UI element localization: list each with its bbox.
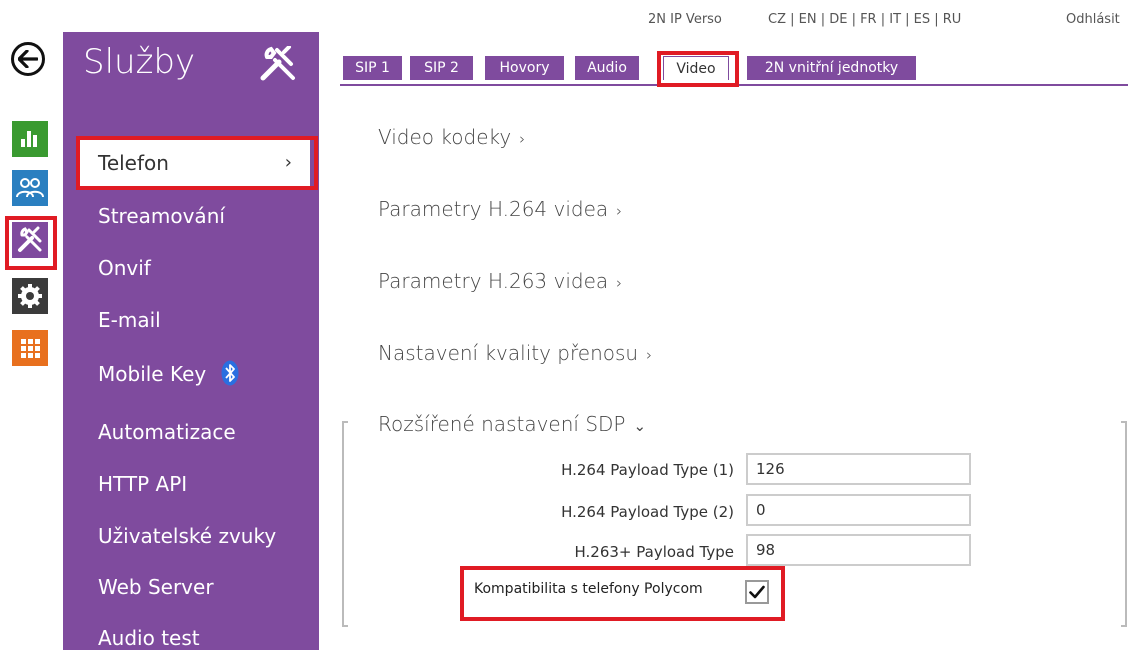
sidebar-item-email[interactable]: E-mail <box>98 308 161 332</box>
bluetooth-icon <box>221 360 239 391</box>
grid-apps-icon[interactable] <box>12 330 48 366</box>
chevron-right-icon: › <box>519 130 526 148</box>
h264-payload-1-input[interactable] <box>746 453 971 485</box>
tools-icon <box>259 45 299 86</box>
section-rozsirene-sdp[interactable]: Rozšířené nastavení SDP ⌄ <box>378 412 646 436</box>
statistics-icon[interactable] <box>12 121 48 157</box>
back-arrow-icon[interactable] <box>11 42 45 76</box>
sidebar-item-web-server[interactable]: Web Server <box>98 575 214 599</box>
sidebar-item-streamovani[interactable]: Streamování <box>98 204 225 228</box>
settings-gear-icon[interactable] <box>12 278 48 314</box>
users-icon[interactable] <box>12 170 48 206</box>
top-bar: 2N IP Verso CZ | EN | DE | FR | IT | ES … <box>0 12 1133 32</box>
h264-payload-2-label: H.264 Payload Type (2) <box>561 503 734 521</box>
chevron-right-icon: › <box>616 202 623 220</box>
logout-link[interactable]: Odhlásit <box>1066 12 1120 27</box>
tab-sip-2[interactable]: SIP 2 <box>410 56 473 80</box>
sidebar-item-audio-test[interactable]: Audio test <box>98 626 200 650</box>
h263-payload-label: H.263+ Payload Type <box>574 543 734 561</box>
tab-audio[interactable]: Audio <box>575 56 639 80</box>
h264-payload-2-input[interactable] <box>746 494 971 526</box>
h263-payload-input[interactable] <box>746 534 971 566</box>
services-sidebar: Služby Telefon › Streamování Onvif E-mai… <box>63 32 319 650</box>
tab-2n-vnitrni-jednotky[interactable]: 2N vnitřní jednotky <box>747 56 916 80</box>
sdp-fieldset-right-edge <box>1121 421 1127 627</box>
sidebar-title: Služby <box>83 42 196 82</box>
section-video-kodeky[interactable]: Video kodeky › <box>378 125 525 149</box>
chevron-right-icon: › <box>616 274 623 292</box>
sidebar-item-onvif[interactable]: Onvif <box>98 256 151 280</box>
sidebar-item-uzivatelske-zvuky[interactable]: Uživatelské zvuky <box>98 524 276 548</box>
language-switcher[interactable]: CZ | EN | DE | FR | IT | ES | RU <box>768 12 961 27</box>
chevron-right-icon: › <box>646 346 653 364</box>
sdp-fieldset-left-edge <box>342 421 348 627</box>
video-tab-highlight <box>657 51 739 87</box>
polycom-highlight <box>460 566 785 621</box>
section-nastaveni-kvality[interactable]: Nastavení kvality přenosu › <box>378 341 652 365</box>
sidebar-item-http-api[interactable]: HTTP API <box>98 472 187 496</box>
telefon-item-highlight <box>76 136 318 190</box>
sidebar-item-mobile-key[interactable]: Mobile Key <box>98 360 239 391</box>
tab-sip-1[interactable]: SIP 1 <box>343 56 402 80</box>
services-icon-highlight <box>5 216 57 270</box>
device-name: 2N IP Verso <box>648 12 722 27</box>
section-parametry-h264[interactable]: Parametry H.264 videa › <box>378 197 622 221</box>
sidebar-item-automatizace[interactable]: Automatizace <box>98 420 236 444</box>
section-parametry-h263[interactable]: Parametry H.263 videa › <box>378 269 622 293</box>
chevron-down-icon: ⌄ <box>633 417 647 435</box>
h264-payload-1-label: H.264 Payload Type (1) <box>561 461 734 479</box>
tab-hovory[interactable]: Hovory <box>485 56 564 80</box>
